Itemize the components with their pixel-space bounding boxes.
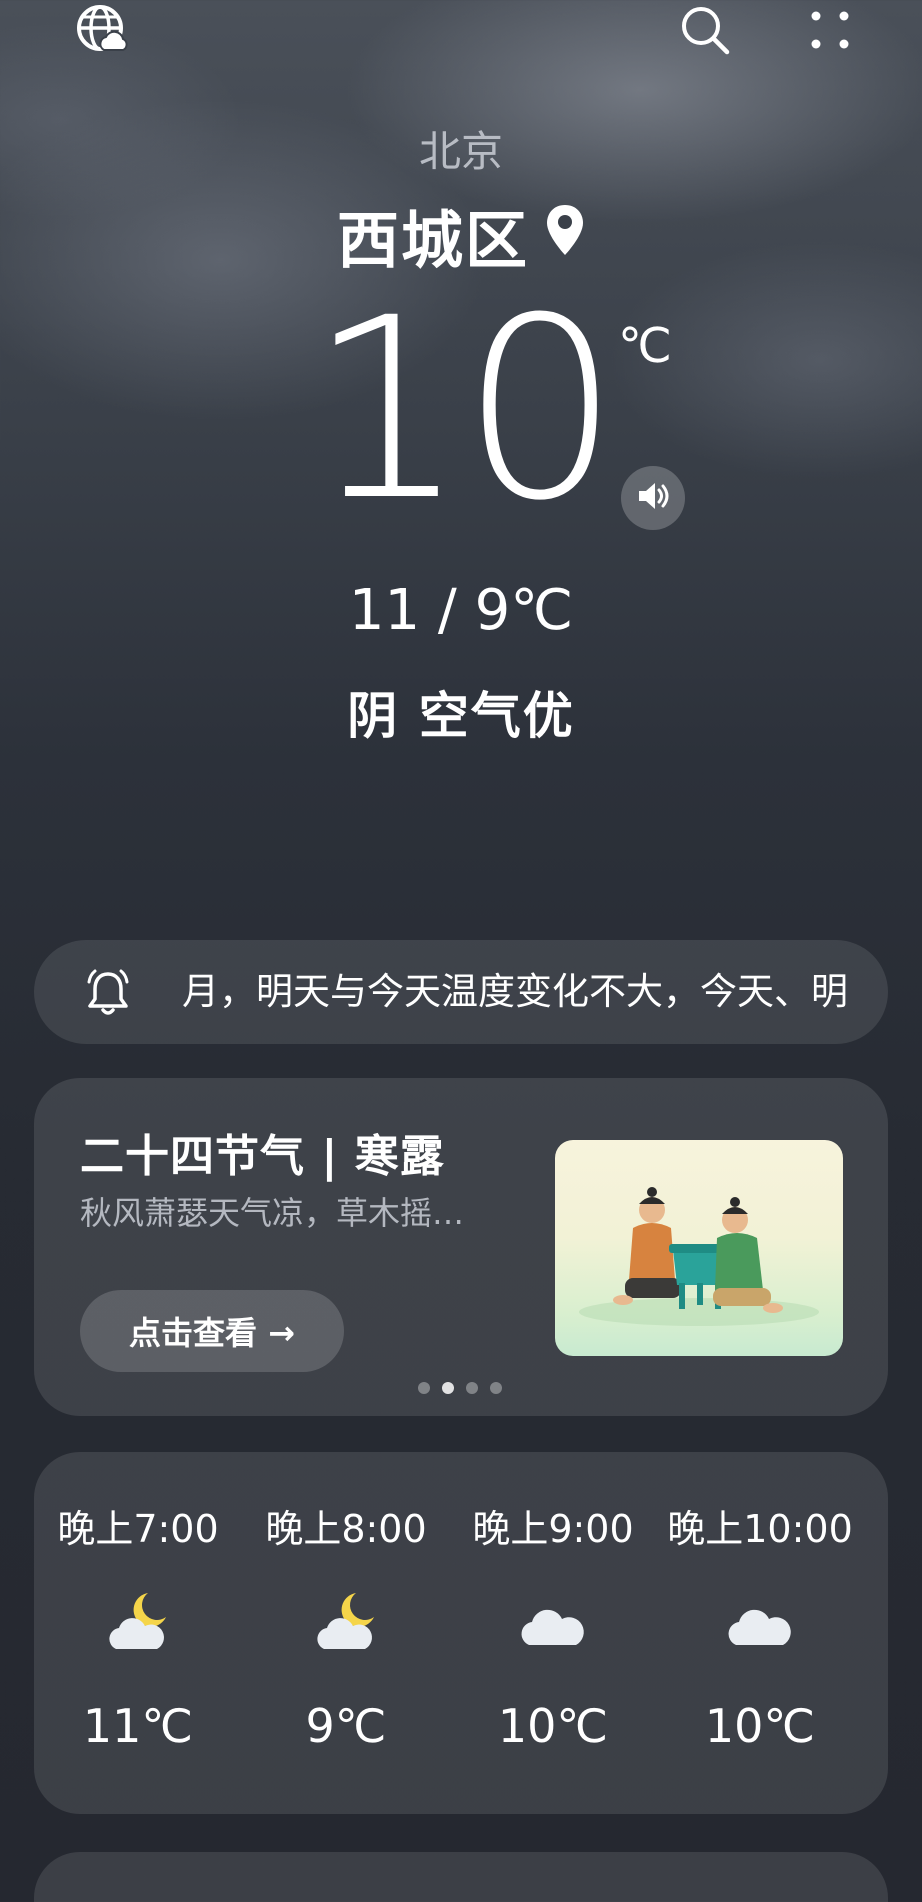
bell-icon [84,968,132,1022]
view-details-button[interactable]: 点击查看 → [80,1290,344,1372]
carousel-dot [466,1382,478,1394]
notice-text: 月，明天与今天温度变化不大，今天、明 [182,970,848,1013]
temperature-range: 11 / 9℃ [348,578,574,643]
carousel-indicator [418,1382,502,1394]
city-name: 北京 [418,127,503,176]
hourly-item[interactable]: 晚上10:00 10℃ [660,1498,860,1753]
moon-cloud-icon [38,1583,238,1663]
more-icon[interactable] [800,0,860,60]
carousel-dot [490,1382,502,1394]
solar-term-illustration[interactable] [555,1140,843,1356]
search-icon[interactable] [675,0,735,60]
weather-notice-bar[interactable]: 月，明天与今天温度变化不大，今天、明 [34,940,888,1044]
hour-temperature: 10℃ [704,1699,816,1753]
solar-term-description: 秋风萧瑟天气凉，草木摇… [80,1194,465,1232]
hourly-item[interactable]: 晚上9:00 10℃ [453,1498,653,1753]
next-card[interactable] [34,1852,888,1902]
carousel-dot [418,1382,430,1394]
temperature-unit: ℃ [618,318,672,374]
moon-cloud-icon [246,1583,446,1663]
hourly-item[interactable]: 晚上7:00 11℃ [38,1498,238,1753]
hour-time: 晚上7:00 [57,1507,219,1551]
voice-broadcast-button[interactable] [621,466,685,530]
current-temperature: 10 [307,264,620,555]
cloud-icon [453,1583,653,1663]
hour-time: 晚上9:00 [472,1507,634,1551]
hour-temperature: 10℃ [497,1699,609,1753]
speaker-icon [633,476,673,520]
hour-time: 晚上8:00 [265,1507,427,1551]
hour-temperature: 9℃ [305,1699,387,1753]
globe-cloud-icon[interactable] [72,0,132,60]
weather-condition: 阴 空气优 [347,687,575,745]
hourly-item[interactable]: 晚上8:00 9℃ [246,1498,446,1753]
location-pin-icon [545,199,585,272]
hour-temperature: 11℃ [82,1699,194,1753]
carousel-dot-active [442,1382,454,1394]
hour-time: 晚上10:00 [667,1507,853,1551]
solar-term-title: 二十四节气 | 寒露 [80,1131,445,1182]
cloud-icon [660,1583,860,1663]
